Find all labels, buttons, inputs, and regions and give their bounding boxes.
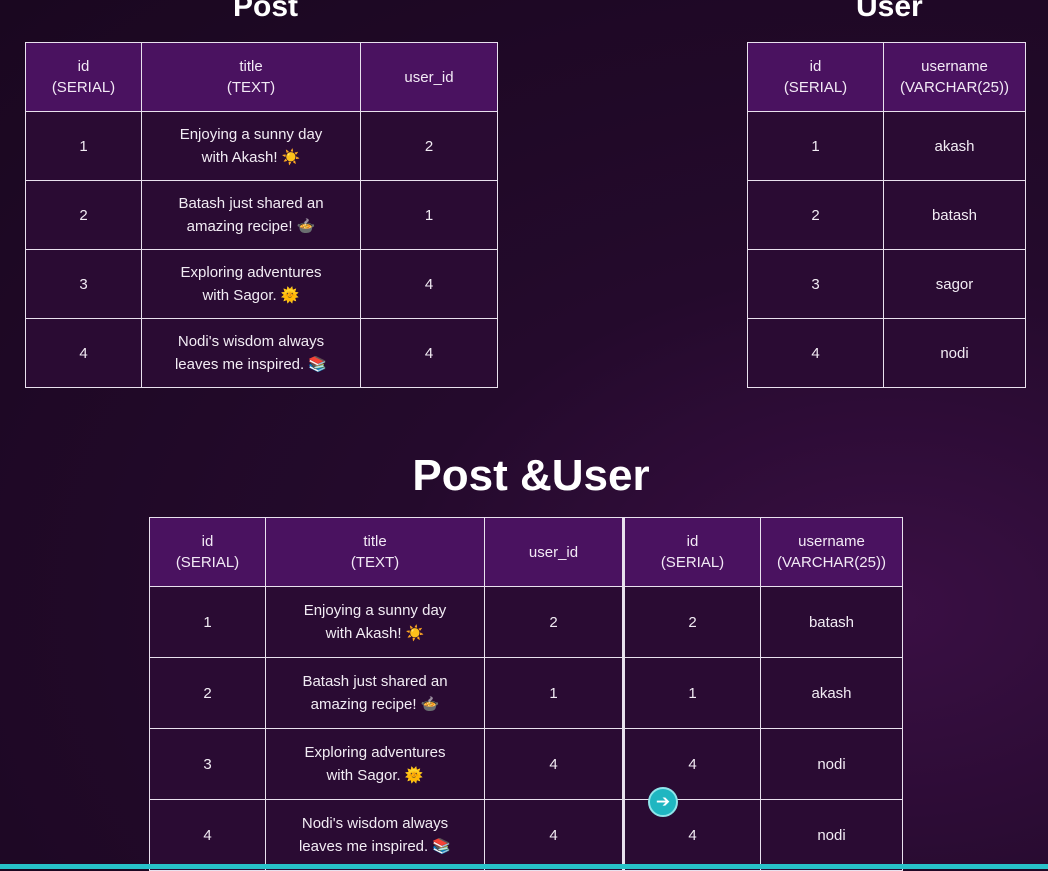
post-id-cell: 4	[25, 318, 142, 388]
joined-id-cell: 2	[149, 657, 266, 729]
post-id-cell: 2	[25, 180, 142, 250]
joined-title-cell: Enjoying a sunny day with Akash! ☀️	[265, 586, 485, 658]
user-id-cell: 4	[747, 318, 884, 388]
table-row: 4 Nodi's wisdom always leaves me inspired…	[25, 318, 498, 388]
joined-id-cell: 1	[149, 586, 266, 658]
user-header-row: id (SERIAL) username (VARCHAR(25))	[747, 42, 1026, 112]
username-cell: batash	[883, 180, 1026, 250]
username-cell: akash	[883, 111, 1026, 181]
joined-user-pk-cell: 1	[622, 657, 761, 729]
post-id-cell: 3	[25, 249, 142, 319]
joined-header-user-id: user_id	[484, 517, 624, 587]
username-cell: nodi	[883, 318, 1026, 388]
table-row: 3 Exploring adventures with Sagor. 🌞 4 4 …	[149, 728, 903, 800]
user-id-cell: 1	[747, 111, 884, 181]
joined-header-username: username (VARCHAR(25))	[760, 517, 903, 587]
post-header-id: id (SERIAL)	[25, 42, 142, 112]
table-row: 4 Nodi's wisdom always leaves me inspired…	[149, 799, 903, 871]
post-user-id-cell: 4	[360, 249, 498, 319]
username-cell: sagor	[883, 249, 1026, 319]
joined-header-title: title (TEXT)	[265, 517, 485, 587]
joined-header-row: id (SERIAL) title (TEXT) user_id id (SERIAL…	[149, 517, 903, 587]
user-table: id (SERIAL) username (VARCHAR(25)) 1 akash…	[747, 42, 1026, 388]
post-title-cell: Nodi's wisdom always leaves me inspired. …	[141, 318, 361, 388]
user-header-username: username (VARCHAR(25))	[883, 42, 1026, 112]
joined-title-cell: Nodi's wisdom always leaves me inspired. …	[265, 799, 485, 871]
joined-id-cell: 3	[149, 728, 266, 800]
table-row: 3 Exploring adventures with Sagor. 🌞 4	[25, 249, 498, 319]
joined-title-cell: Exploring adventures with Sagor. 🌞	[265, 728, 485, 800]
joined-header-user-pk: id (SERIAL)	[622, 517, 761, 587]
joined-username-cell: nodi	[760, 799, 903, 871]
post-table-title: Post	[233, 0, 299, 23]
table-row: 1 Enjoying a sunny day with Akash! ☀️ 2 2…	[149, 586, 903, 658]
joined-user-id-cell: 4	[484, 799, 624, 871]
post-header-row: id (SERIAL) title (TEXT) user_id	[25, 42, 498, 112]
joined-user-id-cell: 4	[484, 728, 624, 800]
user-table-title: User	[856, 0, 923, 23]
joined-user-pk-cell: 4	[622, 799, 761, 871]
post-user-id-cell: 2	[360, 111, 498, 181]
table-row: 4 nodi	[747, 318, 1026, 388]
joined-header-id: id (SERIAL)	[149, 517, 266, 587]
table-row: 2 batash	[747, 180, 1026, 250]
post-title-cell: Exploring adventures with Sagor. 🌞	[141, 249, 361, 319]
post-id-cell: 1	[25, 111, 142, 181]
table-row: 3 sagor	[747, 249, 1026, 319]
joined-user-pk-cell: 2	[622, 586, 761, 658]
joined-user-id-cell: 2	[484, 586, 624, 658]
joined-table: id (SERIAL) title (TEXT) user_id id (SERIAL…	[149, 517, 903, 871]
post-title-cell: Enjoying a sunny day with Akash! ☀️	[141, 111, 361, 181]
post-title-cell: Batash just shared an amazing recipe! 🍲	[141, 180, 361, 250]
bottom-accent-bar	[0, 864, 1048, 869]
post-user-id-cell: 1	[360, 180, 498, 250]
joined-username-cell: nodi	[760, 728, 903, 800]
user-id-cell: 3	[747, 249, 884, 319]
post-header-title: title (TEXT)	[141, 42, 361, 112]
arrow-right-circle-icon: ➔	[648, 787, 678, 817]
post-user-id-cell: 4	[360, 318, 498, 388]
joined-user-pk-cell: 4	[622, 728, 761, 800]
joined-title-cell: Batash just shared an amazing recipe! 🍲	[265, 657, 485, 729]
user-id-cell: 2	[747, 180, 884, 250]
user-header-id: id (SERIAL)	[747, 42, 884, 112]
table-row: 1 Enjoying a sunny day with Akash! ☀️ 2	[25, 111, 498, 181]
table-row: 2 Batash just shared an amazing recipe! 🍲…	[25, 180, 498, 250]
table-row: 2 Batash just shared an amazing recipe! 🍲…	[149, 657, 903, 729]
joined-table-title: Post &User	[412, 451, 650, 500]
joined-username-cell: akash	[760, 657, 903, 729]
post-header-user-id: user_id	[360, 42, 498, 112]
joined-username-cell: batash	[760, 586, 903, 658]
table-row: 1 akash	[747, 111, 1026, 181]
joined-user-id-cell: 1	[484, 657, 624, 729]
joined-id-cell: 4	[149, 799, 266, 871]
post-table: id (SERIAL) title (TEXT) user_id 1 Enjoyin…	[25, 42, 498, 388]
